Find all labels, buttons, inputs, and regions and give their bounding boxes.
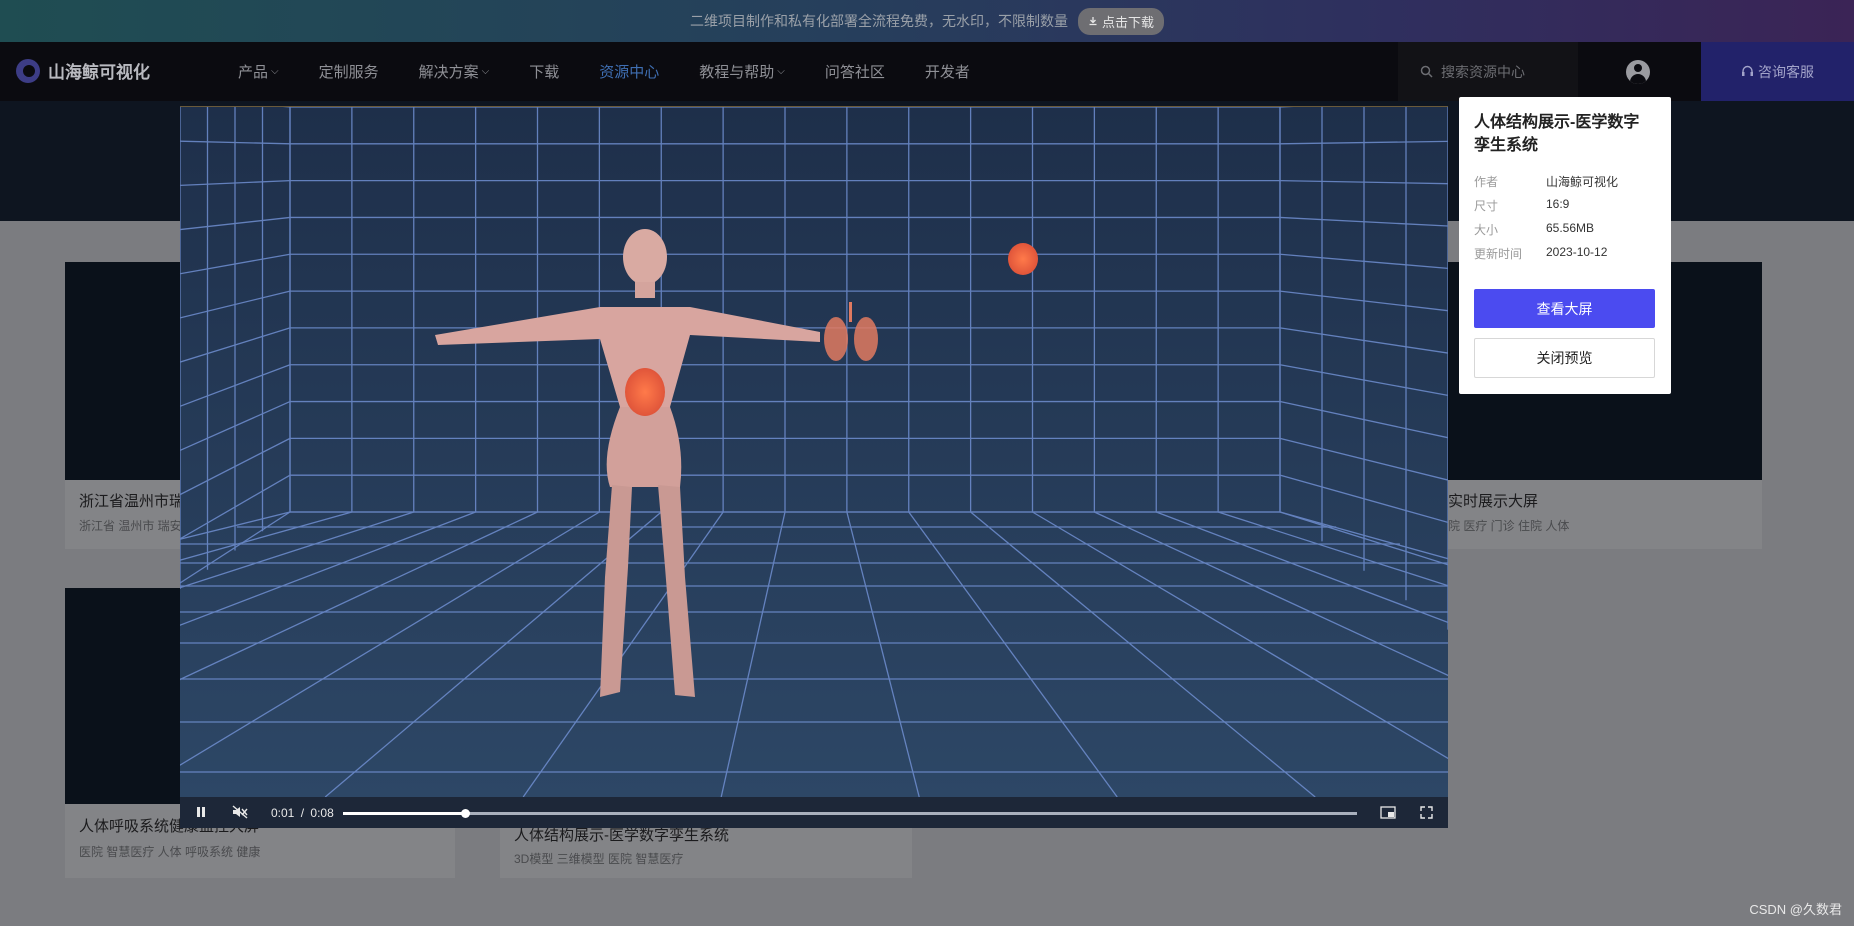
card-tags: 院 医疗 门诊 住院 人体	[1448, 519, 1570, 533]
time-display: 0:01 / 0:08	[271, 806, 334, 820]
promo-text: 二维项目制作和私有化部署全流程免费，无水印，不限制数量	[689, 13, 1068, 29]
meta-value: 山海鲸可视化	[1546, 175, 1619, 189]
card-tags: 3D模型 三维模型 医院 智慧医疗	[514, 852, 684, 866]
duration: 0:08	[310, 806, 334, 820]
logo-text: 山海鲸可视化	[48, 63, 150, 82]
logo-icon	[16, 58, 40, 83]
menu-item-developer[interactable]: 开发者	[925, 61, 970, 82]
chevron-down-icon: ⌵	[271, 66, 279, 77]
search-placeholder: 搜索资源中心	[1441, 63, 1525, 80]
menu-item-solutions[interactable]: 解决方案 ⌵	[419, 61, 490, 82]
preview-info-panel: 人体结构展示-医学数字孪生系统 作者 山海鲸可视化 尺寸 16:9 大小 65.…	[1459, 97, 1671, 394]
chevron-down-icon: ⌵	[481, 66, 490, 77]
meta-key: 尺寸	[1474, 199, 1499, 213]
video-player[interactable]: 0:01 / 0:08	[180, 106, 1448, 828]
logo[interactable]: 山海鲸可视化	[16, 58, 150, 83]
menu-item-tutorials[interactable]: 教程与帮助 ⌵	[699, 61, 785, 82]
menu-item-custom-service[interactable]: 定制服务	[319, 61, 379, 82]
panel-title: 人体结构展示-医学数字孪生系统	[1474, 114, 1640, 154]
progress-handle[interactable]	[460, 809, 470, 818]
meta-key: 大小	[1474, 223, 1499, 237]
card-title: 实时展示大屏	[1448, 493, 1539, 510]
mute-icon[interactable]	[232, 805, 248, 822]
video-controls: 0:01 / 0:08	[180, 797, 1448, 828]
search-icon	[1420, 65, 1433, 78]
fullscreen-icon[interactable]	[1420, 806, 1433, 822]
top-nav: 山海鲸可视化 产品 ⌵ 定制服务 解决方案 ⌵ 下载 资源中心 教程与帮助 ⌵ 问答社…	[0, 42, 1854, 101]
progress-bar[interactable]	[343, 809, 1357, 818]
time-separator: /	[300, 806, 305, 820]
meta-value: 2023-10-12	[1546, 245, 1608, 259]
menu-item-resource-center[interactable]: 资源中心	[599, 61, 659, 82]
card-tags: 医院 智慧医疗 人体 呼吸系统 健康	[79, 845, 261, 859]
menu-item-download[interactable]: 下载	[529, 61, 559, 82]
meta-key: 作者	[1474, 175, 1499, 189]
search-input[interactable]: 搜索资源中心	[1398, 42, 1578, 101]
close-preview-button[interactable]: 关闭预览	[1474, 338, 1655, 378]
meta-key: 更新时间	[1474, 247, 1523, 261]
picture-in-picture-icon[interactable]	[1380, 806, 1396, 822]
promo-banner: 二维项目制作和私有化部署全流程免费，无水印，不限制数量 点击下载	[0, 0, 1854, 42]
resource-card[interactable]: 人体结构展示-医学数字孪生系统 3D模型 三维模型 医院 智慧医疗	[500, 827, 912, 878]
download-icon	[1089, 17, 1097, 26]
card-title: 浙江省温州市瑞	[79, 493, 185, 510]
consult-label: 咨询客服	[1758, 63, 1814, 80]
progress-fill	[343, 812, 465, 815]
menu-item-product[interactable]: 产品 ⌵	[238, 61, 279, 82]
main-menu: 产品 ⌵ 定制服务 解决方案 ⌵ 下载 资源中心 教程与帮助 ⌵ 问答社区 开发者	[238, 42, 1010, 101]
download-button[interactable]: 点击下载	[1077, 7, 1164, 35]
consult-button[interactable]: 咨询客服	[1701, 42, 1854, 101]
download-button-label: 点击下载	[1101, 14, 1154, 30]
user-avatar-icon[interactable]	[1626, 60, 1650, 84]
current-time: 0:01	[271, 806, 295, 820]
video-frame	[180, 107, 1448, 797]
menu-item-qa-community[interactable]: 问答社区	[825, 61, 885, 82]
pause-icon[interactable]	[195, 806, 207, 821]
card-tags: 浙江省 温州市 瑞安	[79, 519, 182, 533]
watermark: CSDN @久数君	[1749, 902, 1842, 917]
meta-value: 65.56MB	[1546, 221, 1595, 235]
view-screen-button[interactable]: 查看大屏	[1474, 289, 1655, 328]
headset-icon	[1742, 65, 1753, 76]
meta-value: 16:9	[1546, 197, 1570, 211]
chevron-down-icon: ⌵	[777, 66, 785, 77]
